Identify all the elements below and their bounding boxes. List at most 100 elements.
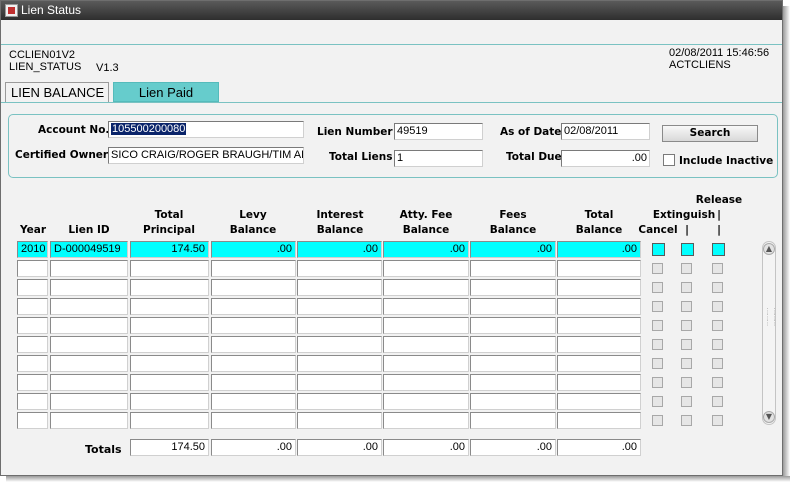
row-7-total-balance[interactable] <box>557 355 641 372</box>
row-7-atty[interactable] <box>383 355 469 372</box>
row-4-cancel-checkbox[interactable] <box>652 301 663 312</box>
row-1-cancel-checkbox[interactable] <box>652 243 665 256</box>
row-5-year[interactable] <box>17 317 48 334</box>
row-2-cancel-checkbox[interactable] <box>652 263 663 274</box>
row-9-lien-id[interactable] <box>50 393 128 410</box>
row-6-extinguish-checkbox[interactable] <box>681 339 692 350</box>
row-5-cancel-checkbox[interactable] <box>652 320 663 331</box>
row-3-total-balance[interactable] <box>557 279 641 296</box>
row-9-interest[interactable] <box>297 393 382 410</box>
grid-scrollbar[interactable]: ▲ ⋮⋮ ⋮⋮ ⋮⋮ ▼ <box>762 241 778 425</box>
row-9-total-principal[interactable] <box>130 393 209 410</box>
include-inactive-checkbox[interactable] <box>663 154 675 166</box>
row-8-total-principal[interactable] <box>130 374 209 391</box>
scroll-up-arrow-icon[interactable]: ▲ <box>763 243 775 255</box>
row-3-release-checkbox[interactable] <box>712 282 723 293</box>
row-2-levy[interactable] <box>211 260 296 277</box>
row-6-atty[interactable] <box>383 336 469 353</box>
row-6-year[interactable] <box>17 336 48 353</box>
row-5-total-principal[interactable] <box>130 317 209 334</box>
row-3-fees[interactable] <box>470 279 556 296</box>
row-9-fees[interactable] <box>470 393 556 410</box>
row-10-cancel-checkbox[interactable] <box>652 415 663 426</box>
row-7-year[interactable] <box>17 355 48 372</box>
row-2-lien-id[interactable] <box>50 260 128 277</box>
row-1-total-balance[interactable]: .00 <box>557 241 641 258</box>
row-10-total-balance[interactable] <box>557 412 641 429</box>
lien-number-field[interactable]: 49519 <box>394 123 483 140</box>
row-5-release-checkbox[interactable] <box>712 320 723 331</box>
row-9-extinguish-checkbox[interactable] <box>681 396 692 407</box>
row-3-levy[interactable] <box>211 279 296 296</box>
row-4-total-balance[interactable] <box>557 298 641 315</box>
row-4-year[interactable] <box>17 298 48 315</box>
row-8-interest[interactable] <box>297 374 382 391</box>
total-due-field[interactable]: .00 <box>561 150 650 167</box>
row-4-release-checkbox[interactable] <box>712 301 723 312</box>
row-4-fees[interactable] <box>470 298 556 315</box>
tab-lien-balance[interactable]: LIEN BALANCE <box>5 82 109 103</box>
row-2-atty[interactable] <box>383 260 469 277</box>
row-8-atty[interactable] <box>383 374 469 391</box>
row-6-total-principal[interactable] <box>130 336 209 353</box>
row-7-cancel-checkbox[interactable] <box>652 358 663 369</box>
row-2-year[interactable] <box>17 260 48 277</box>
row-2-fees[interactable] <box>470 260 556 277</box>
row-2-total-principal[interactable] <box>130 260 209 277</box>
scroll-down-arrow-icon[interactable]: ▼ <box>763 411 775 423</box>
row-8-total-balance[interactable] <box>557 374 641 391</box>
row-3-year[interactable] <box>17 279 48 296</box>
row-8-cancel-checkbox[interactable] <box>652 377 663 388</box>
row-10-lien-id[interactable] <box>50 412 128 429</box>
row-8-release-checkbox[interactable] <box>712 377 723 388</box>
row-5-total-balance[interactable] <box>557 317 641 334</box>
row-3-atty[interactable] <box>383 279 469 296</box>
row-8-year[interactable] <box>17 374 48 391</box>
row-8-lien-id[interactable] <box>50 374 128 391</box>
row-10-total-principal[interactable] <box>130 412 209 429</box>
account-number-field[interactable]: 105500200080 <box>108 121 304 138</box>
row-10-release-checkbox[interactable] <box>712 415 723 426</box>
row-3-cancel-checkbox[interactable] <box>652 282 663 293</box>
row-7-release-checkbox[interactable] <box>712 358 723 369</box>
row-1-lien-id[interactable]: D-000049519 <box>50 241 128 258</box>
row-5-fees[interactable] <box>470 317 556 334</box>
row-4-lien-id[interactable] <box>50 298 128 315</box>
row-6-cancel-checkbox[interactable] <box>652 339 663 350</box>
row-3-total-principal[interactable] <box>130 279 209 296</box>
total-liens-field[interactable]: 1 <box>394 150 483 167</box>
row-1-total-principal[interactable]: 174.50 <box>130 241 209 258</box>
row-1-extinguish-checkbox[interactable] <box>681 243 694 256</box>
row-3-lien-id[interactable] <box>50 279 128 296</box>
row-9-release-checkbox[interactable] <box>712 396 723 407</box>
row-3-extinguish-checkbox[interactable] <box>681 282 692 293</box>
row-4-atty[interactable] <box>383 298 469 315</box>
row-9-total-balance[interactable] <box>557 393 641 410</box>
row-7-extinguish-checkbox[interactable] <box>681 358 692 369</box>
row-5-interest[interactable] <box>297 317 382 334</box>
row-10-extinguish-checkbox[interactable] <box>681 415 692 426</box>
row-1-atty[interactable]: .00 <box>383 241 469 258</box>
scroll-thumb[interactable]: ⋮⋮ ⋮⋮ ⋮⋮ <box>764 308 778 348</box>
row-8-extinguish-checkbox[interactable] <box>681 377 692 388</box>
row-1-levy[interactable]: .00 <box>211 241 296 258</box>
row-6-total-balance[interactable] <box>557 336 641 353</box>
row-4-total-principal[interactable] <box>130 298 209 315</box>
row-5-levy[interactable] <box>211 317 296 334</box>
row-1-release-checkbox[interactable] <box>712 243 725 256</box>
certified-owner-field[interactable]: SICO CRAIG/ROGER BRAUGH/TIM AKAF <box>108 147 304 164</box>
row-4-levy[interactable] <box>211 298 296 315</box>
row-10-interest[interactable] <box>297 412 382 429</box>
row-7-lien-id[interactable] <box>50 355 128 372</box>
row-7-fees[interactable] <box>470 355 556 372</box>
row-4-extinguish-checkbox[interactable] <box>681 301 692 312</box>
as-of-date-field[interactable]: 02/08/2011 <box>561 123 650 140</box>
row-6-interest[interactable] <box>297 336 382 353</box>
row-1-year[interactable]: 2010 <box>17 241 48 258</box>
row-9-cancel-checkbox[interactable] <box>652 396 663 407</box>
row-8-levy[interactable] <box>211 374 296 391</box>
row-2-extinguish-checkbox[interactable] <box>681 263 692 274</box>
row-7-total-principal[interactable] <box>130 355 209 372</box>
row-10-year[interactable] <box>17 412 48 429</box>
row-7-levy[interactable] <box>211 355 296 372</box>
